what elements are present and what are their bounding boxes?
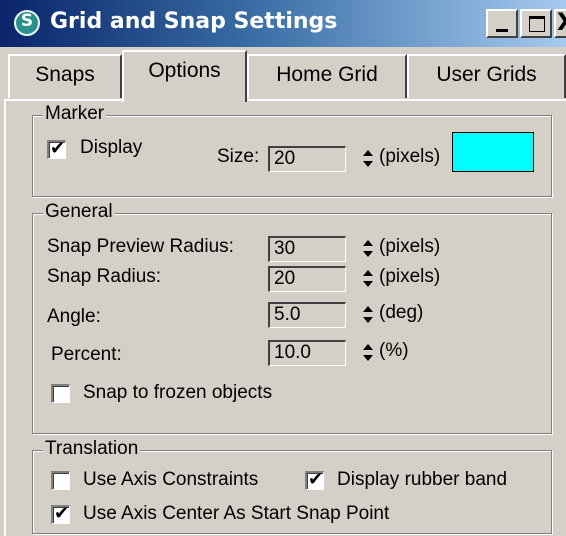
use-axis-center-label: Use Axis Center As Start Snap Point xyxy=(83,503,390,524)
tab-user-grids[interactable]: User Grids xyxy=(407,54,566,98)
tab-home-grid[interactable]: Home Grid xyxy=(247,54,407,98)
marker-color-swatch[interactable] xyxy=(452,132,534,172)
translation-legend: Translation xyxy=(43,438,141,460)
grid-snap-settings-window: Grid and Snap Settings X Snaps Options H… xyxy=(0,0,566,536)
general-legend: General xyxy=(43,201,115,223)
display-rubber-band-checkbox[interactable] xyxy=(305,469,324,490)
marker-legend: Marker xyxy=(43,103,107,125)
marker-group: Marker Display Size: 20 (pixels) xyxy=(32,103,552,197)
snap-to-frozen-checkbox[interactable] xyxy=(51,384,70,403)
percent-label: Percent: xyxy=(51,344,122,365)
snap-preview-radius-input[interactable]: 30 xyxy=(268,236,346,262)
tab-snaps[interactable]: Snaps xyxy=(8,54,122,98)
translation-group: Translation Use Axis Constraints Display… xyxy=(32,438,552,534)
angle-input[interactable]: 5.0 xyxy=(268,302,346,328)
percent-input[interactable]: 10.0 xyxy=(268,340,346,366)
use-axis-constraints-label: Use Axis Constraints xyxy=(83,469,259,490)
size-spinner[interactable] xyxy=(359,146,376,172)
display-rubber-band-label: Display rubber band xyxy=(337,469,508,490)
percent-spinner[interactable] xyxy=(359,340,376,366)
size-input[interactable]: 20 xyxy=(268,146,346,172)
tab-options[interactable]: Options xyxy=(122,50,247,102)
maximize-button[interactable] xyxy=(520,9,552,38)
use-axis-constraints-checkbox[interactable] xyxy=(51,471,70,490)
window-title: Grid and Snap Settings xyxy=(50,9,338,34)
size-unit: (pixels) xyxy=(379,146,441,167)
snap-to-frozen-label: Snap to frozen objects xyxy=(83,382,273,403)
snap-preview-radius-spinner[interactable] xyxy=(359,236,376,262)
close-icon: X xyxy=(557,8,566,36)
general-group: General Snap Preview Radius: 30 (pixels)… xyxy=(32,201,552,434)
title-bar[interactable]: Grid and Snap Settings X xyxy=(0,0,566,47)
angle-spinner[interactable] xyxy=(359,302,376,328)
size-label: Size: xyxy=(217,146,260,167)
snap-radius-label: Snap Radius: xyxy=(47,266,162,287)
options-panel: Marker Display Size: 20 (pixels) General… xyxy=(4,99,566,536)
angle-label: Angle: xyxy=(47,306,101,327)
use-axis-center-checkbox[interactable] xyxy=(51,503,70,524)
display-label: Display xyxy=(80,137,143,158)
snap-preview-radius-label: Snap Preview Radius: xyxy=(47,236,234,257)
display-checkbox[interactable] xyxy=(47,138,66,159)
percent-unit: (%) xyxy=(379,340,409,361)
close-button[interactable]: X xyxy=(554,8,566,38)
minimize-button[interactable] xyxy=(486,9,518,38)
snap-radius-input[interactable]: 20 xyxy=(268,266,346,292)
snap-radius-spinner[interactable] xyxy=(359,266,376,292)
app-icon xyxy=(14,10,40,36)
snap-preview-radius-unit: (pixels) xyxy=(379,236,441,257)
snap-radius-unit: (pixels) xyxy=(379,266,441,287)
angle-unit: (deg) xyxy=(379,302,424,323)
